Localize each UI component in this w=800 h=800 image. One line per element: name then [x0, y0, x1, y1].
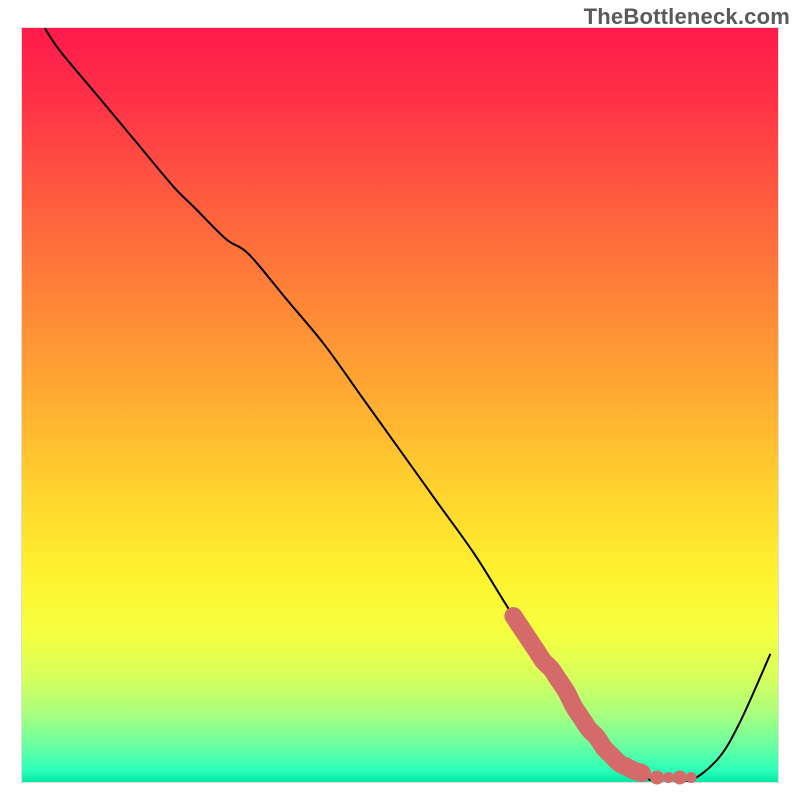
highlight-dot — [663, 772, 674, 783]
highlight-dot — [686, 772, 697, 783]
highlight-dot — [673, 771, 687, 785]
highlight-dot — [650, 771, 664, 785]
watermark-text: TheBottleneck.com — [584, 4, 790, 30]
chart-stage: { "watermark": "TheBottleneck.com", "col… — [0, 0, 800, 800]
chart-svg — [0, 0, 800, 800]
